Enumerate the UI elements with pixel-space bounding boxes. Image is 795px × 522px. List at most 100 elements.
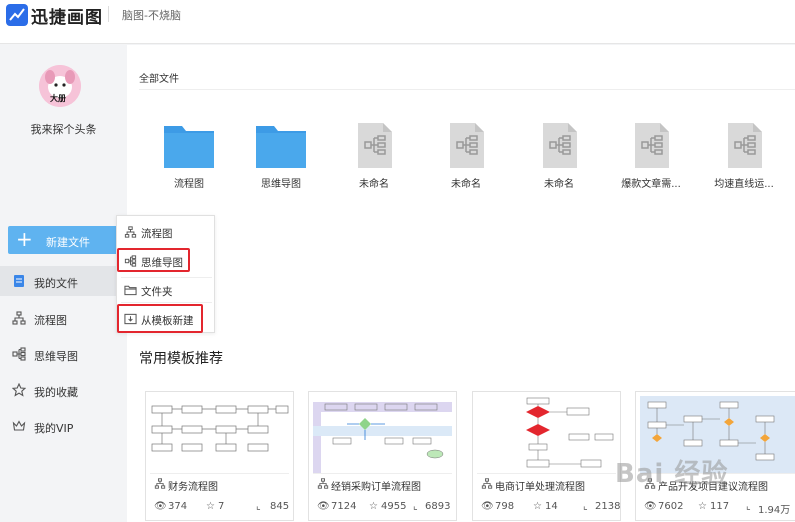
flowchart-icon — [12, 311, 26, 325]
sidebar-item-label: 思维导图 — [34, 350, 78, 363]
template-thumbnail — [150, 396, 289, 474]
highlight-box — [117, 304, 203, 333]
likes-count: 14 — [545, 501, 558, 512]
file-name: 流程图 — [174, 179, 204, 190]
file-item-doc[interactable]: 爆款文章需... — [606, 123, 686, 193]
file-name: 未命名 — [544, 179, 574, 190]
views-count: 374 — [168, 501, 188, 512]
dropdown-item-label: 文件夹 — [141, 286, 173, 298]
file-name: 未命名 — [359, 179, 389, 190]
file-item-doc[interactable]: 未命名 — [421, 123, 501, 193]
divider — [139, 89, 795, 90]
likes-count: 4955 — [381, 501, 407, 512]
views-count: 7124 — [331, 501, 357, 512]
divider — [121, 302, 212, 303]
chart-icon: ⌞ — [583, 501, 588, 512]
template-stats: 👁 7602 ☆ 117 ⌞ 1.94万 — [636, 498, 795, 518]
chart-icon: ⌞ — [413, 501, 418, 512]
dropdown-item-flowchart[interactable]: 流程图 — [117, 220, 216, 244]
sidebar-item-flowchart[interactable]: 流程图 — [0, 303, 118, 333]
sidebar-item-my-files[interactable]: 我的文件 — [0, 266, 118, 296]
template-stats: 👁 798 ☆ 14 ⌞ 2138 — [473, 498, 622, 518]
template-name: 财务流程图 — [168, 482, 218, 493]
sidebar-item-label: 我的文件 — [34, 277, 78, 290]
crown-icon — [12, 420, 26, 431]
section-title: 全部文件 — [139, 74, 179, 85]
mindmap-file-icon — [358, 123, 392, 168]
flowchart-icon — [317, 478, 329, 489]
dropdown-item-label: 流程图 — [141, 228, 173, 240]
avatar-text: 大册 — [50, 94, 66, 103]
sidebar: 大册 我来探个头条 + 新建文件 我的文件 流程图 思维导图 我的收藏 我的VI… — [0, 45, 127, 522]
sidebar-item-label: 我的VIP — [34, 422, 74, 435]
views-count: 7602 — [658, 501, 684, 512]
likes-count: 7 — [218, 501, 225, 512]
uses-count: 1.94万 — [758, 505, 791, 516]
eye-icon: 👁 — [154, 501, 167, 512]
dropdown-item-folder[interactable]: 文件夹 — [117, 278, 216, 302]
avatar[interactable]: 大册 — [39, 65, 81, 107]
star-icon — [12, 383, 26, 397]
views-count: 798 — [495, 501, 515, 512]
template-stats: 👁 7124 ☆ 4955 ⌞ 6893 — [309, 498, 458, 518]
sidebar-item-label: 我的收藏 — [34, 386, 78, 399]
folder-icon — [256, 126, 306, 168]
uses-count: 845 — [270, 501, 290, 512]
app-slogan: 脑图-不烧脑 — [122, 9, 181, 22]
app-name[interactable]: 迅捷画图 — [31, 3, 103, 28]
likes-count: 117 — [710, 501, 730, 512]
thumbs-up-icon: ☆ — [369, 501, 378, 512]
new-file-label: 新建文件 — [46, 236, 90, 249]
template-card[interactable]: 财务流程图 👁 374 ☆ 7 ⌞ 845 — [145, 391, 294, 521]
chart-icon: ⌞ — [746, 501, 751, 512]
thumbs-up-icon: ☆ — [698, 501, 707, 512]
template-card[interactable]: 经销采购订单流程图 👁 7124 ☆ 4955 ⌞ 6893 — [308, 391, 457, 521]
watermark: Bai 经验 — [615, 459, 729, 489]
sidebar-item-vip[interactable]: 我的VIP — [0, 411, 118, 441]
template-name: 电商订单处理流程图 — [495, 482, 585, 493]
template-name: 经销采购订单流程图 — [331, 482, 421, 493]
highlight-box — [117, 248, 190, 272]
template-thumbnail — [477, 396, 616, 474]
file-name: 均速直线运... — [714, 179, 774, 190]
mindmap-file-icon — [450, 123, 484, 168]
app-logo-icon[interactable] — [6, 4, 28, 26]
file-item-folder[interactable]: 思维导图 — [236, 123, 316, 193]
mindmap-file-icon — [635, 123, 669, 168]
file-item-doc[interactable]: 未命名 — [329, 123, 409, 193]
eye-icon: 👁 — [644, 501, 657, 512]
template-thumbnail — [313, 396, 452, 474]
sidebar-item-favorites[interactable]: 我的收藏 — [0, 375, 118, 405]
username: 我来探个头条 — [30, 123, 97, 136]
mindmap-file-icon — [728, 123, 762, 168]
sidebar-item-label: 流程图 — [34, 314, 67, 327]
mindmap-file-icon — [543, 123, 577, 168]
templates-title: 常用模板推荐 — [139, 351, 223, 367]
folder-icon — [164, 126, 214, 168]
template-card[interactable]: 电商订单处理流程图 👁 798 ☆ 14 ⌞ 2138 — [472, 391, 621, 521]
file-item-folder[interactable]: 流程图 — [144, 123, 224, 193]
uses-count: 6893 — [425, 501, 451, 512]
file-name: 未命名 — [451, 179, 481, 190]
thumbs-up-icon: ☆ — [206, 501, 215, 512]
flowchart-icon — [481, 478, 493, 489]
eye-icon: 👁 — [317, 501, 330, 512]
mindmap-icon — [12, 347, 26, 361]
template-stats: 👁 374 ☆ 7 ⌞ 845 — [146, 498, 295, 518]
plus-icon: + — [16, 227, 33, 251]
file-name: 爆款文章需... — [621, 179, 681, 190]
chart-icon: ⌞ — [256, 501, 261, 512]
main-content: 全部文件 流程图 思维导图 未命名 未命名 未命名 爆款文章需... 均速直线运… — [127, 45, 795, 522]
eye-icon: 👁 — [481, 501, 494, 512]
file-item-doc[interactable]: 未命名 — [514, 123, 594, 193]
file-name: 思维导图 — [261, 179, 301, 190]
document-icon — [14, 275, 24, 287]
new-file-button[interactable]: + 新建文件 — [8, 226, 127, 254]
flowchart-icon — [154, 478, 166, 489]
sidebar-item-mindmap[interactable]: 思维导图 — [0, 339, 118, 369]
divider — [108, 6, 109, 22]
folder-icon — [124, 285, 137, 296]
flowchart-icon — [124, 226, 137, 238]
thumbs-up-icon: ☆ — [533, 501, 542, 512]
file-item-doc[interactable]: 均速直线运... — [699, 123, 779, 193]
